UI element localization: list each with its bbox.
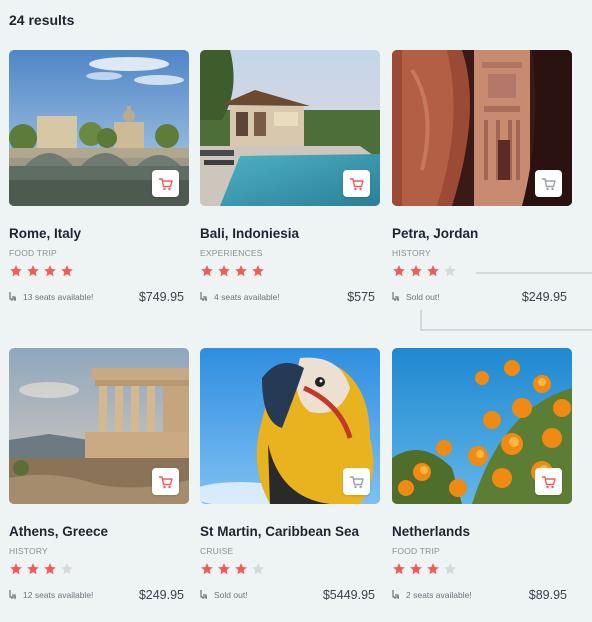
trip-card[interactable]: Bali, Indoniesia EXPERIENCES 4 seats ava… (200, 50, 380, 304)
star-empty-icon (444, 563, 456, 575)
star-filled-icon (427, 265, 439, 277)
cart-icon (349, 177, 364, 190)
star-filled-icon (252, 265, 264, 277)
star-filled-icon (410, 563, 422, 575)
rating-stars (200, 562, 265, 576)
seat-availability: 2 seats available! (392, 590, 472, 600)
rating-stars (9, 264, 74, 278)
seat-availability: 4 seats available! (200, 292, 280, 302)
star-filled-icon (393, 265, 405, 277)
trip-title[interactable]: Petra, Jordan (392, 226, 478, 241)
trip-image[interactable] (200, 348, 380, 504)
star-filled-icon (27, 563, 39, 575)
star-filled-icon (61, 265, 73, 277)
add-to-cart-button[interactable] (152, 170, 179, 197)
seat-icon (200, 590, 207, 599)
trip-card[interactable]: Rome, Italy FOOD TRIP 13 seats available… (9, 50, 189, 304)
trip-title[interactable]: Athens, Greece (9, 524, 108, 539)
trip-category: EXPERIENCES (200, 248, 263, 258)
seat-availability: 12 seats available! (9, 590, 93, 600)
trip-image[interactable] (200, 50, 380, 206)
seats-label: 2 seats available! (406, 590, 472, 600)
star-empty-icon (252, 563, 264, 575)
trip-price: $575 (347, 290, 375, 304)
seat-icon (9, 590, 16, 599)
star-filled-icon (218, 563, 230, 575)
trip-category: CRUISE (200, 546, 234, 556)
trip-category: FOOD TRIP (392, 546, 440, 556)
rating-stars (392, 562, 457, 576)
seat-availability: Sold out! (200, 590, 248, 600)
star-filled-icon (235, 563, 247, 575)
seat-availability: 13 seats available! (9, 292, 93, 302)
star-filled-icon (44, 265, 56, 277)
seat-icon (200, 292, 207, 301)
star-filled-icon (410, 265, 422, 277)
seats-label: 13 seats available! (23, 292, 94, 302)
star-filled-icon (427, 563, 439, 575)
trip-category: HISTORY (9, 546, 48, 556)
trip-price: $249.95 (138, 588, 184, 602)
star-filled-icon (27, 265, 39, 277)
seats-label: Sold out! (406, 292, 440, 302)
trip-title[interactable]: Bali, Indoniesia (200, 226, 299, 241)
add-to-cart-button[interactable] (535, 468, 562, 495)
star-empty-icon (61, 563, 73, 575)
add-to-cart-button[interactable] (535, 170, 562, 197)
trip-title[interactable]: St Martin, Caribbean Sea (200, 524, 359, 539)
cart-icon (541, 177, 556, 190)
rating-stars (200, 264, 265, 278)
cart-icon (349, 475, 364, 488)
seat-icon (392, 292, 399, 301)
trip-category: HISTORY (392, 248, 431, 258)
add-to-cart-button[interactable] (152, 468, 179, 495)
cart-icon (158, 177, 173, 190)
trip-image[interactable] (392, 50, 572, 206)
star-filled-icon (10, 265, 22, 277)
seat-icon (9, 292, 16, 301)
seats-label: 4 seats available! (214, 292, 280, 302)
trip-card[interactable]: St Martin, Caribbean Sea CRUISE Sold out… (200, 348, 380, 602)
trip-image[interactable] (9, 348, 189, 504)
add-to-cart-button[interactable] (343, 170, 370, 197)
seats-label: 12 seats available! (23, 590, 94, 600)
trip-card[interactable]: Netherlands FOOD TRIP 2 seats available!… (392, 348, 572, 602)
star-filled-icon (10, 563, 22, 575)
trip-price: $89.95 (528, 588, 567, 602)
results-count: 24 results (9, 12, 75, 28)
star-filled-icon (393, 563, 405, 575)
trip-price: $5449.95 (322, 588, 375, 602)
rating-stars (392, 264, 457, 278)
star-filled-icon (235, 265, 247, 277)
trip-price: $249.95 (521, 290, 567, 304)
star-filled-icon (218, 265, 230, 277)
cart-icon (541, 475, 556, 488)
trip-image[interactable] (9, 50, 189, 206)
trip-title[interactable]: Netherlands (392, 524, 470, 539)
star-filled-icon (201, 563, 213, 575)
seat-icon (392, 590, 399, 599)
trip-category: FOOD TRIP (9, 248, 57, 258)
trip-price: $749.95 (138, 290, 184, 304)
seat-availability: Sold out! (392, 292, 440, 302)
trip-title[interactable]: Rome, Italy (9, 226, 81, 241)
add-to-cart-button[interactable] (343, 468, 370, 495)
star-filled-icon (201, 265, 213, 277)
trip-image[interactable] (392, 348, 572, 504)
seats-label: Sold out! (214, 590, 248, 600)
cart-icon (158, 475, 173, 488)
star-filled-icon (44, 563, 56, 575)
trip-card[interactable]: Athens, Greece HISTORY 12 seats availabl… (9, 348, 189, 602)
star-empty-icon (444, 265, 456, 277)
trip-card[interactable]: Petra, Jordan HISTORY Sold out! $249.95 (392, 50, 572, 304)
rating-stars (9, 562, 74, 576)
